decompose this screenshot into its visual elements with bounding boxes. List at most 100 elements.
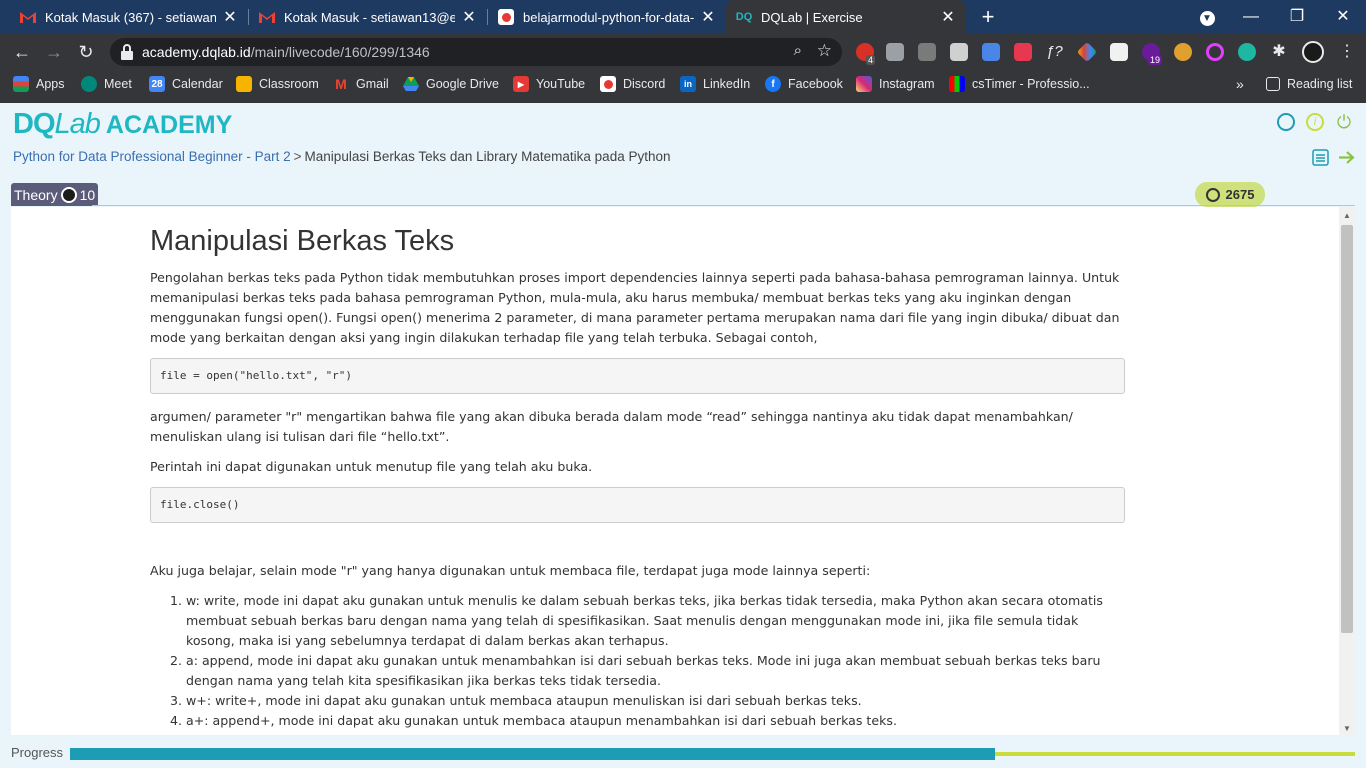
youtube-icon: [498, 9, 514, 25]
back-button[interactable]: ←: [9, 39, 35, 65]
progress-fill: [70, 748, 996, 760]
dqlab-logo[interactable]: DQ Lab ACADEMY: [13, 108, 233, 140]
lesson-content-panel: Manipulasi Berkas Teks Pengolahan berkas…: [11, 207, 1339, 735]
bookmark-gmail[interactable]: M Gmail: [333, 75, 389, 93]
extension-icon[interactable]: [1238, 43, 1256, 61]
tab-title: Kotak Masuk - setiawan13@elekt: [284, 9, 455, 25]
url-host: academy.dqlab.id: [142, 44, 251, 60]
meet-icon: [81, 76, 97, 92]
content-scrollbar[interactable]: ▲ ▼: [1339, 207, 1355, 735]
bookmark-cstimer[interactable]: csTimer - Professio...: [949, 75, 1090, 93]
formula-extension-icon[interactable]: ƒ?: [1046, 43, 1064, 61]
close-icon[interactable]: ✕: [222, 7, 238, 27]
bookmark-classroom[interactable]: Classroom: [236, 75, 319, 93]
extension-icon[interactable]: [1174, 43, 1192, 61]
bookmark-label: Gmail: [356, 77, 389, 91]
breadcrumb: Python for Data Professional Beginner - …: [13, 149, 671, 164]
bookmark-label: Google Drive: [426, 77, 499, 91]
page: DQ Lab ACADEMY i ⏻ Python for Data Profe…: [0, 103, 1366, 768]
new-tab-button[interactable]: +: [976, 4, 1000, 30]
theory-tab[interactable]: Theory 10: [11, 183, 99, 206]
discord-icon: [600, 76, 616, 92]
extension-badge: 4: [866, 55, 876, 65]
translate-extension-icon[interactable]: [982, 43, 1000, 61]
bookmark-star-icon[interactable]: ☆: [817, 41, 832, 61]
minimize-button[interactable]: —: [1236, 4, 1266, 30]
more-bookmarks-button[interactable]: »: [1236, 75, 1244, 93]
bookmark-label: Classroom: [259, 77, 319, 91]
bookmark-label: Facebook: [788, 77, 843, 91]
reading-list-icon: [1266, 77, 1280, 91]
reading-list-button[interactable]: Reading list: [1266, 75, 1352, 93]
dqlab-icon: DQ: [735, 11, 753, 23]
list-icon[interactable]: [1312, 149, 1329, 171]
close-icon[interactable]: ✕: [940, 7, 956, 27]
extension-icon[interactable]: [950, 43, 968, 61]
close-icon[interactable]: ✕: [700, 7, 716, 27]
tab-search-button[interactable]: ▼: [1192, 4, 1222, 30]
browser-toolbar: ← → ↻ academy.dqlab.id/main/livecode/160…: [0, 34, 1366, 70]
window-close-button[interactable]: ✕: [1328, 4, 1358, 30]
user-profile-icon[interactable]: [1277, 113, 1295, 131]
gmail-icon: M: [335, 76, 347, 92]
scroll-down-arrow-icon[interactable]: ▼: [1339, 724, 1355, 733]
list-item: a: append, mode ini dapat aku gunakan un…: [186, 651, 1125, 691]
avatar[interactable]: [1302, 41, 1324, 63]
scroll-up-arrow-icon[interactable]: ▲: [1339, 211, 1355, 220]
bookmark-label: csTimer - Professio...: [972, 77, 1090, 91]
close-icon[interactable]: ✕: [461, 7, 477, 27]
reload-button[interactable]: ↻: [73, 39, 99, 65]
tab-dqlab-exercise[interactable]: DQ DQLab | Exercise ✕: [726, 0, 966, 34]
bookmark-calendar[interactable]: 28 Calendar: [149, 75, 223, 93]
bookmarks-bar: Apps Meet 28 Calendar Classroom M Gmail Go…: [0, 70, 1366, 98]
restore-button[interactable]: ❐: [1282, 4, 1312, 30]
scrollbar-thumb[interactable]: [1341, 225, 1353, 633]
bookmark-label: Reading list: [1287, 77, 1353, 91]
bookmark-label: Instagram: [879, 77, 935, 91]
forward-button[interactable]: →: [41, 39, 67, 65]
bookmark-facebook[interactable]: f Facebook: [765, 75, 843, 93]
theory-label: Theory: [14, 186, 58, 203]
extension-icon[interactable]: [1206, 43, 1224, 61]
address-bar[interactable]: academy.dqlab.id/main/livecode/160/299/1…: [110, 38, 842, 66]
article-title: Manipulasi Berkas Teks: [150, 225, 455, 257]
extension-icon[interactable]: [918, 43, 936, 61]
bookmark-label: Apps: [36, 77, 65, 91]
bookmark-youtube[interactable]: ▶ YouTube: [513, 75, 585, 93]
bookmark-apps[interactable]: Apps: [13, 75, 65, 93]
logo-dq: DQ: [13, 108, 55, 140]
menu-dots-icon[interactable]: ⋮: [1334, 39, 1360, 65]
google-drive-icon: [403, 76, 419, 92]
extension-icon[interactable]: [886, 43, 904, 61]
bookmark-linkedin[interactable]: in LinkedIn: [680, 75, 750, 93]
logo-academy: ACADEMY: [105, 111, 233, 139]
extension-icon[interactable]: [1014, 43, 1032, 61]
tab-youtube[interactable]: belajarmodul-python-for-data-pr ✕: [488, 0, 726, 34]
tab-gmail-2[interactable]: Kotak Masuk - setiawan13@elekt ✕: [249, 0, 487, 34]
zoom-icon[interactable]: ⌕: [794, 42, 802, 59]
info-icon[interactable]: i: [1306, 113, 1324, 131]
bookmark-label: Calendar: [172, 77, 223, 91]
bookmark-google-drive[interactable]: Google Drive: [403, 75, 499, 93]
youtube-icon: ▶: [513, 76, 529, 92]
bookmark-meet[interactable]: Meet: [81, 75, 132, 93]
breadcrumb-course-link[interactable]: Python for Data Professional Beginner - …: [13, 149, 291, 164]
bookmark-instagram[interactable]: Instagram: [856, 75, 935, 93]
puzzle-icon[interactable]: ✱: [1270, 43, 1288, 61]
bookmark-discord[interactable]: Discord: [600, 75, 665, 93]
list-item: a+: append+, mode ini dapat aku gunakan …: [186, 711, 1125, 731]
arrow-right-icon[interactable]: [1338, 149, 1355, 171]
tab-title: Kotak Masuk (367) - setiawan.mo: [45, 9, 216, 25]
paragraph-modes-intro: Aku juga belajar, selain mode "r" yang h…: [150, 563, 871, 578]
progress-bar: [70, 748, 1355, 760]
paragraph-intro: Pengolahan berkas teks pada Python tidak…: [150, 270, 1120, 345]
instagram-icon: [856, 76, 872, 92]
gmail-icon: [259, 9, 275, 25]
extension-badge: 19: [1148, 55, 1163, 65]
url-text: academy.dqlab.id/main/livecode/160/299/1…: [142, 44, 430, 60]
extension-icon[interactable]: [1110, 43, 1128, 61]
tab-gmail-1[interactable]: Kotak Masuk (367) - setiawan.mo ✕: [10, 0, 248, 34]
power-icon[interactable]: ⏻: [1335, 113, 1353, 131]
list-item: w+: write+, mode ini dapat aku gunakan u…: [186, 691, 1125, 711]
extension-icon[interactable]: [1076, 41, 1098, 63]
